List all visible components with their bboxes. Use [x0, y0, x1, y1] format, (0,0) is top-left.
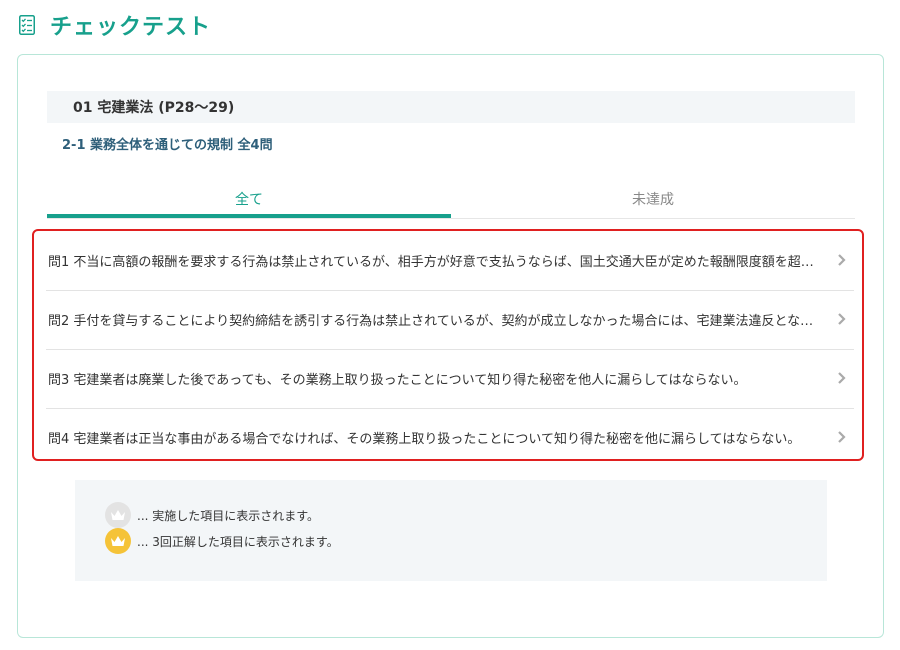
legend-row-mastered: ... 3回正解した項目に表示されます。 [105, 528, 339, 554]
crown-gray-icon [105, 502, 131, 528]
legend-text-mastered: ... 3回正解した項目に表示されます。 [137, 534, 339, 549]
question-text: 問2 手付を貸与することにより契約締結を誘引する行為は禁止されているが、契約が成… [48, 313, 834, 329]
question-list: 問1 不当に高額の報酬を要求する行為は禁止されているが、相手方が好意で支払うなら… [32, 229, 864, 461]
check-test-card: 01 宅建業法 (P28〜29) 2-1 業務全体を通じての規制 全4問 全て … [17, 54, 884, 638]
question-text: 問1 不当に高額の報酬を要求する行為は禁止されているが、相手方が好意で支払うなら… [48, 254, 834, 270]
crown-gold-icon [105, 528, 131, 554]
question-item-1[interactable]: 問1 不当に高額の報酬を要求する行為は禁止されているが、相手方が好意で支払うなら… [34, 231, 862, 289]
question-item-4[interactable]: 問4 宅建業者は正当な事由がある場合でなければ、その業務上取り扱ったことについて… [34, 408, 862, 466]
chevron-right-icon [834, 253, 848, 267]
checklist-icon [18, 14, 36, 36]
question-text: 問4 宅建業者は正当な事由がある場合でなければ、その業務上取り扱ったことについて… [48, 431, 801, 447]
question-item-2[interactable]: 問2 手付を貸与することにより契約締結を誘引する行為は禁止されているが、契約が成… [34, 290, 862, 348]
tab-all[interactable]: 全て [47, 181, 451, 218]
legend-row-completed: ... 実施した項目に表示されます。 [105, 502, 319, 528]
legend-text-completed: ... 実施した項目に表示されます。 [137, 508, 320, 523]
chevron-right-icon [834, 371, 848, 385]
tab-bar: 全て 未達成 [47, 181, 855, 219]
tab-incomplete[interactable]: 未達成 [451, 181, 855, 218]
page-header: チェックテスト [18, 8, 211, 42]
chevron-right-icon [834, 312, 848, 326]
section-title: 01 宅建業法 (P28〜29) [47, 91, 855, 123]
legend-box: ... 実施した項目に表示されます。 ... 3回正解した項目に表示されます。 [75, 480, 827, 581]
section-subtitle: 2-1 業務全体を通じての規制 全4問 [62, 138, 273, 153]
question-item-3[interactable]: 問3 宅建業者は廃業した後であっても、その業務上取り扱ったことについて知り得た秘… [34, 349, 862, 407]
chevron-right-icon [834, 430, 848, 444]
page-title: チェックテスト [50, 15, 212, 40]
question-text: 問3 宅建業者は廃業した後であっても、その業務上取り扱ったことについて知り得た秘… [48, 372, 747, 388]
